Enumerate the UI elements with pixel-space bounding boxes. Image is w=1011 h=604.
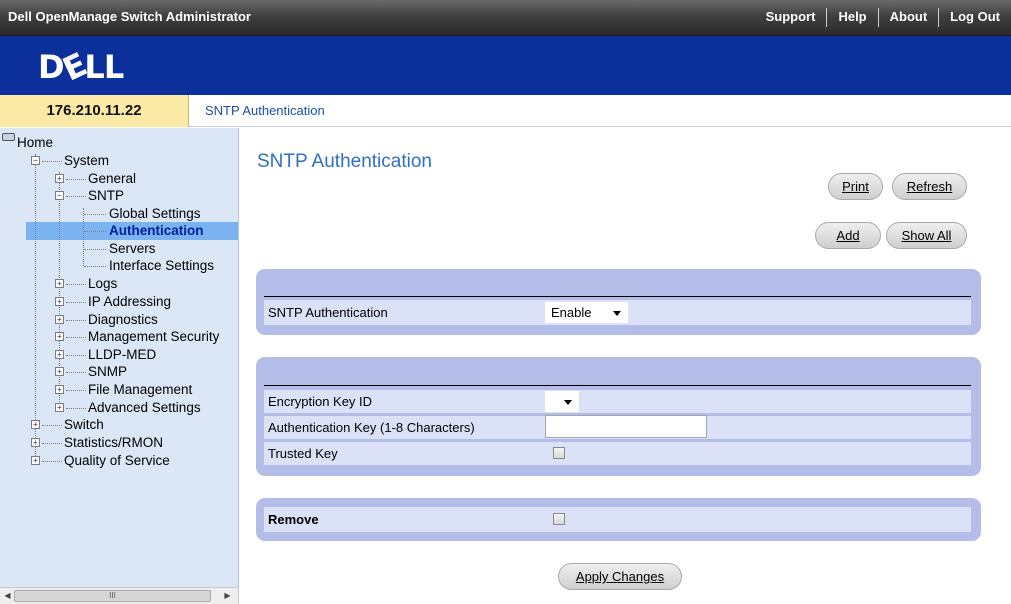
tree-connector [66,390,86,391]
expand-icon[interactable]: + [31,456,40,465]
encryption-key-id-select[interactable] [545,391,579,412]
tree-connector [66,372,86,373]
tree-item-quality-of-service[interactable]: Quality of Service [64,452,170,469]
auth-key-input[interactable] [545,415,707,438]
tree-connector [42,161,62,162]
collapse-icon[interactable]: − [55,191,64,200]
trusted-key-row [264,442,971,465]
tree-item-advanced-settings[interactable]: Advanced Settings [88,399,201,416]
top-bar: Dell OpenManage Switch Administrator Sup… [0,0,1011,36]
sntp-auth-label: SNTP Authentication [268,305,388,320]
scroll-right-icon[interactable]: ▶ [222,590,233,602]
remove-label: Remove [268,512,319,527]
tree-connector [35,154,36,462]
collapse-icon[interactable]: − [31,156,40,165]
support-link[interactable]: Support [755,0,827,30]
expand-icon[interactable]: + [55,385,64,394]
tree-connector [84,249,106,250]
trusted-key-label: Trusted Key [268,446,338,461]
logout-link[interactable]: Log Out [939,0,1011,30]
tree-connector [83,208,84,266]
expand-icon[interactable]: + [55,174,64,183]
expand-icon[interactable]: + [55,350,64,359]
tree-item-sntp[interactable]: SNTP [88,187,124,204]
tree-item-ip-addressing[interactable]: IP Addressing [88,293,171,310]
tree-connector [66,408,86,409]
expand-icon[interactable]: + [55,403,64,412]
tree-item-management-security[interactable]: Management Security [88,328,219,345]
expand-icon[interactable]: + [55,297,64,306]
tree-item-diagnostics[interactable]: Diagnostics [88,311,158,328]
expand-icon[interactable]: + [31,438,40,447]
app-title: Dell OpenManage Switch Administrator [8,9,251,24]
divider [264,296,971,297]
tree-connector [66,284,86,285]
dell-logo: DELL [38,45,124,89]
sntp-auth-select[interactable]: Enable [545,302,628,323]
device-ip: 176.210.11.22 [0,95,189,127]
horizontal-scrollbar[interactable]: ◀ III ▶ [0,587,238,604]
tree-item-logs[interactable]: Logs [88,275,117,292]
print-button[interactable]: Print [828,173,883,200]
tree-item-statistics-rmon[interactable]: Statistics/RMON [64,434,163,451]
scroll-left-icon[interactable]: ◀ [2,590,13,602]
tree-item-authentication[interactable]: Authentication [109,222,204,239]
tree-connector [42,425,62,426]
sntp-auth-value: Enable [551,305,592,320]
tree-connector [59,172,60,412]
auth-key-label: Authentication Key (1-8 Characters) [268,420,475,435]
remove-checkbox[interactable] [553,513,565,525]
tree-connector [66,196,86,197]
tree-item-general[interactable]: General [88,170,136,187]
expand-icon[interactable]: + [55,279,64,288]
expand-icon[interactable]: + [55,315,64,324]
tree-item-home[interactable]: Home [17,134,53,151]
tree-connector [84,214,106,215]
tree-connector [42,461,62,462]
tree-item-system[interactable]: System [64,152,109,169]
expand-icon[interactable]: + [55,332,64,341]
tree-item-interface-settings[interactable]: Interface Settings [109,257,214,274]
home-icon [2,133,15,141]
breadcrumb: SNTP Authentication [205,103,325,118]
page-title: SNTP Authentication [257,151,432,172]
tree-item-global-settings[interactable]: Global Settings [109,205,201,222]
tree-connector [84,231,106,232]
tree-item-file-management[interactable]: File Management [88,381,192,398]
tree-connector [66,320,86,321]
tree-item-servers[interactable]: Servers [109,240,156,257]
trusted-key-checkbox[interactable] [553,447,565,459]
scrollbar-thumb[interactable]: III [14,590,211,602]
refresh-button[interactable]: Refresh [892,173,967,200]
tree-connector [66,355,86,356]
apply-changes-button[interactable]: Apply Changes [558,563,682,590]
tree-connector [42,443,62,444]
remove-row [264,507,971,532]
help-link[interactable]: Help [827,0,877,30]
navigation-tree: Home − System + General − SNTP Global Se… [0,128,239,604]
tree-connector [84,266,106,267]
top-nav: Support Help About Log Out [755,0,1011,36]
add-button[interactable]: Add [815,222,881,249]
expand-icon[interactable]: + [55,367,64,376]
tree-connector [66,337,86,338]
tree-item-switch[interactable]: Switch [64,416,104,433]
show-all-button[interactable]: Show All [886,222,967,249]
tree-item-lldp-med[interactable]: LLDP-MED [88,346,156,363]
brand-banner: DELL [0,36,1011,95]
tree-connector [66,179,86,180]
tree-item-snmp[interactable]: SNMP [88,363,127,380]
divider [264,385,971,386]
encryption-key-id-label: Encryption Key ID [268,394,373,409]
tree-connector [66,302,86,303]
chevron-down-icon [613,311,621,316]
expand-icon[interactable]: + [31,420,40,429]
chevron-down-icon [564,400,572,405]
address-bar: 176.210.11.22 SNTP Authentication [0,95,1011,127]
about-link[interactable]: About [879,0,939,30]
